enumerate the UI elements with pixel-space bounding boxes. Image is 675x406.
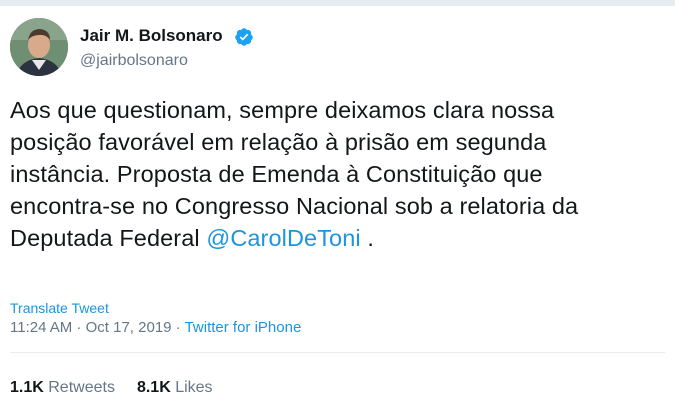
tweet-line-last: Deputada Federal @CarolDeToni . <box>10 222 670 254</box>
likes-count: 8.1K <box>136 379 171 396</box>
tweet-line: encontra-se no Congresso Nacional sob a … <box>10 193 579 219</box>
retweets-count: 1.1K <box>10 379 44 396</box>
tweet-line: posição favorável em relação à prisão em… <box>10 129 547 155</box>
tweet-line: Aos que questionam, sempre deixamos clar… <box>10 97 555 123</box>
likes-stat[interactable]: 8.1K Likes <box>137 379 213 397</box>
mention-link[interactable]: @CarolDeToni <box>206 225 360 251</box>
tweet-source-link[interactable]: Twitter for iPhone <box>185 319 302 336</box>
translate-tweet-link[interactable]: Translate Tweet <box>10 300 109 316</box>
tweet-line-suffix: . <box>360 225 374 251</box>
display-name[interactable]: Jair M. Bolsonaro <box>80 26 223 46</box>
tweet-line: instância. Proposta de Emenda à Constitu… <box>10 161 543 187</box>
handle[interactable]: @jairbolsonaro <box>80 52 188 70</box>
retweets-label: Retweets <box>48 379 115 396</box>
tweet-time[interactable]: 11:24 AM <box>10 319 72 336</box>
avatar-image <box>10 18 68 76</box>
meta-separator: · <box>72 319 86 336</box>
verified-badge-icon <box>235 28 253 46</box>
tweet-line-prefix: Deputada Federal <box>10 225 207 251</box>
top-border <box>0 0 675 6</box>
likes-label: Likes <box>175 379 213 396</box>
tweet-card: Jair M. Bolsonaro @jairbolsonaro Aos que… <box>0 0 675 406</box>
tweet-text: Aos que questionam, sempre deixamos clar… <box>10 94 670 254</box>
avatar[interactable] <box>10 18 68 76</box>
meta-separator: · <box>171 319 185 336</box>
divider <box>10 352 665 353</box>
retweets-stat[interactable]: 1.1K Retweets <box>10 379 115 397</box>
tweet-stats: 1.1K Retweets 8.1K Likes <box>10 379 235 397</box>
tweet-date[interactable]: Oct 17, 2019 <box>86 319 172 336</box>
tweet-meta: 11:24 AM · Oct 17, 2019 · Twitter for iP… <box>10 319 301 336</box>
